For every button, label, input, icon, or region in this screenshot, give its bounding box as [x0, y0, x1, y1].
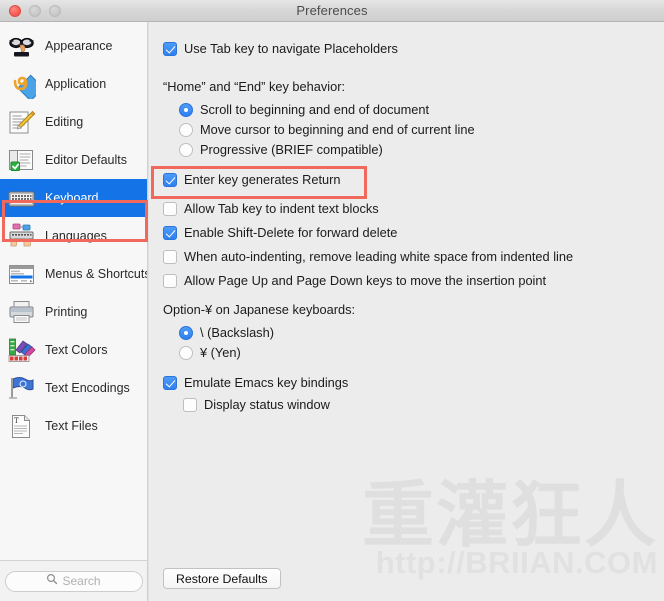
- blue-flag-icon: [7, 374, 36, 403]
- sidebar-item-label: Text Files: [45, 419, 98, 433]
- home-end-option-move-cursor[interactable]: Move cursor to beginning and end of curr…: [179, 121, 664, 141]
- home-end-radio-progressive[interactable]: [179, 143, 193, 157]
- watermark-url-text: http://BRIIAN.COM: [375, 545, 658, 580]
- sidebar-item-menus-shortcuts[interactable]: Menus & Shortcuts: [0, 255, 147, 293]
- printer-icon: [7, 298, 36, 327]
- preferences-sidebar: Appearance Application Editing Editor De…: [0, 22, 148, 601]
- home-end-option-label: Move cursor to beginning and end of curr…: [200, 122, 475, 137]
- sidebar-item-printing[interactable]: Printing: [0, 293, 147, 331]
- use-tab-navigate-label: Use Tab key to navigate Placeholders: [184, 41, 398, 56]
- home-end-group-label: “Home” and “End” key behavior:: [163, 79, 346, 94]
- auto-indent-whitespace-checkbox[interactable]: [163, 250, 177, 264]
- use-tab-navigate-checkbox[interactable]: [163, 42, 177, 56]
- close-button[interactable]: [9, 4, 21, 17]
- home-end-option-label: Progressive (BRIEF compatible): [200, 142, 383, 157]
- japanese-radio-yen[interactable]: [179, 346, 193, 360]
- home-end-radio-move-cursor[interactable]: [179, 123, 193, 137]
- minimize-button[interactable]: [29, 4, 41, 17]
- sidebar-item-list: Appearance Application Editing Editor De…: [0, 22, 147, 560]
- display-status-window-row[interactable]: Display status window: [163, 396, 664, 418]
- auto-indent-whitespace-row[interactable]: When auto-indenting, remove leading whit…: [163, 248, 664, 272]
- sidebar-item-label: Keyboard: [45, 191, 99, 205]
- sidebar-item-label: Text Colors: [45, 343, 108, 357]
- japanese-option-label: ¥ (Yen): [200, 345, 241, 360]
- home-end-option-label: Scroll to beginning and end of document: [200, 102, 430, 117]
- home-end-option-progressive[interactable]: Progressive (BRIEF compatible): [179, 141, 664, 161]
- svg-text:T: T: [14, 417, 19, 425]
- title-bar: Preferences: [0, 0, 664, 22]
- allow-tab-indent-label: Allow Tab key to indent text blocks: [184, 201, 379, 216]
- maximize-button[interactable]: [49, 4, 61, 17]
- japanese-keyboard-group-label: Option-¥ on Japanese keyboards:: [163, 302, 356, 317]
- keyboard-preferences-pane: Use Tab key to navigate Placeholders “Ho…: [148, 22, 664, 601]
- enter-key-generates-return-checkbox[interactable]: [163, 173, 177, 187]
- shift-delete-checkbox[interactable]: [163, 226, 177, 240]
- allow-tab-indent-row[interactable]: Allow Tab key to indent text blocks: [163, 200, 664, 224]
- window-body: Appearance Application Editing Editor De…: [0, 22, 664, 601]
- sidebar-item-label: Editing: [45, 115, 84, 129]
- typing-hands-icon: [7, 222, 36, 251]
- search-placeholder: Search: [62, 574, 101, 588]
- sidebar-item-text-colors[interactable]: Text Colors: [0, 331, 147, 369]
- emulate-emacs-checkbox[interactable]: [163, 376, 177, 390]
- traffic-light-group: [0, 4, 61, 17]
- sidebar-item-application[interactable]: Application: [0, 65, 147, 103]
- display-status-window-checkbox[interactable]: [183, 398, 197, 412]
- sidebar-item-label: Editor Defaults: [45, 153, 127, 167]
- disguise-glasses-icon: [7, 32, 36, 61]
- enter-key-generates-return-row[interactable]: Enter key generates Return: [163, 171, 664, 195]
- auto-indent-whitespace-label: When auto-indenting, remove leading whit…: [184, 249, 574, 264]
- sidebar-item-label: Languages: [45, 229, 107, 243]
- use-tab-navigate-row[interactable]: Use Tab key to navigate Placeholders: [163, 40, 664, 64]
- home-end-radio-group: Scroll to beginning and end of document …: [163, 101, 664, 161]
- sidebar-item-editor-defaults[interactable]: Editor Defaults: [0, 141, 147, 179]
- shift-delete-label: Enable Shift-Delete for forward delete: [184, 225, 398, 240]
- color-palette-icon: [7, 336, 36, 365]
- sidebar-item-languages[interactable]: Languages: [0, 217, 147, 255]
- shift-delete-row[interactable]: Enable Shift-Delete for forward delete: [163, 224, 664, 248]
- sidebar-item-label: Printing: [45, 305, 88, 319]
- enter-key-generates-return-label: Enter key generates Return: [184, 172, 341, 187]
- sidebar-item-appearance[interactable]: Appearance: [0, 27, 147, 65]
- japanese-radio-backslash[interactable]: [179, 326, 193, 340]
- notepad-pencil-icon: [7, 108, 36, 137]
- sidebar-item-keyboard[interactable]: Keyboard: [0, 179, 147, 217]
- allow-tab-indent-checkbox[interactable]: [163, 202, 177, 216]
- sidebar-footer: Search: [0, 560, 147, 601]
- keyboard-icon: [7, 184, 36, 213]
- sidebar-item-editing[interactable]: Editing: [0, 103, 147, 141]
- japanese-option-backslash[interactable]: \ (Backslash): [179, 324, 664, 344]
- sidebar-item-text-files[interactable]: T Text Files: [0, 407, 147, 445]
- sidebar-item-label: Menus & Shortcuts: [45, 267, 147, 281]
- emulate-emacs-label: Emulate Emacs key bindings: [184, 375, 349, 390]
- japanese-option-label: \ (Backslash): [200, 325, 274, 340]
- restore-defaults-button[interactable]: Restore Defaults: [163, 568, 281, 589]
- page-up-down-label: Allow Page Up and Page Down keys to move…: [184, 273, 547, 288]
- watermark-cjk-text: 重灌狂人: [361, 472, 658, 557]
- window-title: Preferences: [296, 3, 368, 18]
- display-status-window-label: Display status window: [204, 397, 330, 412]
- editor-window-icon: [7, 146, 36, 175]
- page-up-down-checkbox[interactable]: [163, 274, 177, 288]
- preferences-window: Preferences Appearance Application Editi…: [0, 0, 664, 601]
- sidebar-item-text-encodings[interactable]: Text Encodings: [0, 369, 147, 407]
- sidebar-item-label: Text Encodings: [45, 381, 130, 395]
- japanese-keyboard-radio-group: \ (Backslash) ¥ (Yen): [163, 324, 664, 364]
- search-input[interactable]: Search: [4, 570, 143, 592]
- text-document-icon: T: [7, 412, 36, 441]
- menu-list-icon: [7, 260, 36, 289]
- site-watermark: 重灌狂人 http://BRIIAN.COM: [361, 472, 658, 581]
- app-diamond-icon: [7, 70, 36, 99]
- home-end-option-scroll[interactable]: Scroll to beginning and end of document: [179, 101, 664, 121]
- japanese-option-yen[interactable]: ¥ (Yen): [179, 344, 664, 364]
- page-up-down-row[interactable]: Allow Page Up and Page Down keys to move…: [163, 272, 664, 296]
- sidebar-item-label: Application: [45, 77, 107, 91]
- emulate-emacs-row[interactable]: Emulate Emacs key bindings: [163, 374, 664, 396]
- search-icon: [46, 572, 58, 590]
- home-end-radio-scroll[interactable]: [179, 103, 193, 117]
- sidebar-item-label: Appearance: [45, 39, 113, 53]
